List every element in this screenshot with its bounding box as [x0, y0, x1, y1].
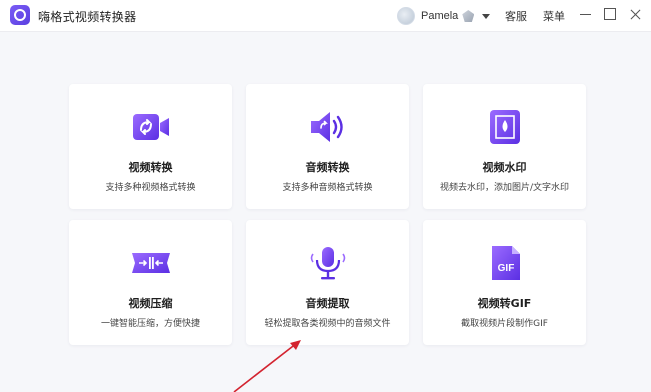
microphone-icon — [310, 247, 345, 280]
card-description: 截取视频片段制作GIF — [461, 319, 548, 329]
avatar — [397, 7, 415, 25]
card-description: 一键智能压缩，方便快捷 — [100, 319, 200, 329]
user-menu[interactable]: Pamela — [397, 6, 491, 26]
card-title: 音频提取 — [305, 297, 350, 310]
close-icon[interactable] — [627, 6, 643, 22]
chevron-down-icon[interactable] — [482, 13, 491, 19]
menu-button[interactable]: 菜单 — [543, 8, 565, 24]
gif-file-icon: GIF — [491, 246, 520, 280]
card-description: 视频去水印，添加图片/文字水印 — [439, 183, 570, 193]
card-title: 视频转GIF — [477, 297, 532, 310]
card-title: 音频转换 — [305, 161, 350, 174]
vip-badge-icon — [462, 10, 475, 22]
card-description: 轻松提取各类视频中的音频文件 — [264, 319, 391, 329]
title-bar: 嗨格式视频转换器 Pamela 客服 菜单 — [0, 0, 651, 32]
app-title: 嗨格式视频转换器 — [38, 10, 137, 24]
video-convert-icon — [132, 114, 169, 140]
compress-icon — [131, 253, 170, 273]
support-button[interactable]: 客服 — [505, 8, 527, 24]
card-watermark[interactable]: 视频水印 视频去水印，添加图片/文字水印 — [423, 84, 586, 209]
gif-badge-label: GIF — [497, 263, 514, 274]
card-audio-convert[interactable]: 音频转换 支持多种音频格式转换 — [246, 84, 409, 209]
card-title: 视频转换 — [128, 161, 173, 174]
card-description: 支持多种视频格式转换 — [105, 183, 196, 193]
card-video-to-gif[interactable]: GIF 视频转GIF 截取视频片段制作GIF — [423, 220, 586, 345]
card-description: 支持多种音频格式转换 — [282, 183, 373, 193]
maximize-icon[interactable] — [602, 6, 618, 22]
username: Pamela — [421, 10, 459, 22]
card-title: 视频压缩 — [128, 297, 173, 310]
card-audio-extract[interactable]: 音频提取 轻松提取各类视频中的音频文件 — [246, 220, 409, 345]
card-title: 视频水印 — [482, 161, 527, 174]
audio-convert-icon — [310, 112, 343, 142]
app-logo-icon — [10, 5, 30, 25]
minimize-icon[interactable] — [577, 6, 593, 22]
card-compress[interactable]: 视频压缩 一键智能压缩，方便快捷 — [69, 220, 232, 345]
watermark-icon — [489, 110, 520, 144]
card-video-convert[interactable]: 视频转换 支持多种视频格式转换 — [69, 84, 232, 209]
